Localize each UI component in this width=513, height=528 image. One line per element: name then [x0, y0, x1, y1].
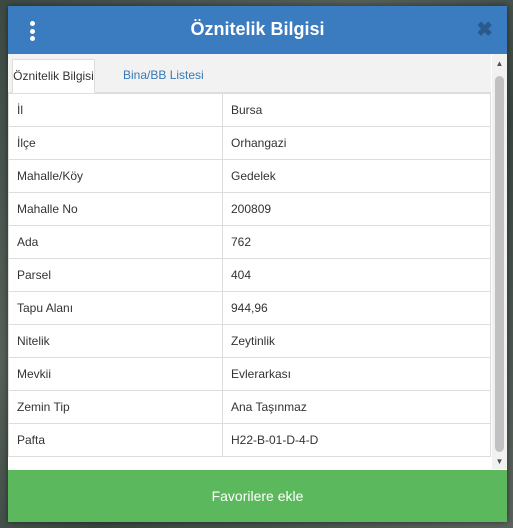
tab-building-list[interactable]: Bina/BB Listesi [113, 59, 214, 92]
attribute-key: Pafta [8, 423, 223, 457]
attribute-value: 200809 [222, 192, 491, 226]
scroll-down-arrow-icon[interactable]: ▼ [492, 454, 507, 469]
table-row: Mahalle/Köy Gedelek [8, 159, 491, 193]
attribute-value: Bursa [222, 93, 491, 127]
attribute-key: Parsel [8, 258, 223, 292]
table-row: Mevkii Evlerarkası [8, 357, 491, 391]
table-row: Zemin Tip Ana Taşınmaz [8, 390, 491, 424]
table-row: Pafta H22-B-01-D-4-D [8, 423, 491, 457]
attribute-key: Zemin Tip [8, 390, 223, 424]
attribute-table-container: İl Bursa İlçe Orhangazi Mahalle/Köy Gede… [8, 93, 491, 469]
attribute-key: İl [8, 93, 223, 127]
scroll-up-arrow-icon[interactable]: ▲ [492, 56, 507, 71]
attribute-value: Zeytinlik [222, 324, 491, 358]
attribute-key: Mevkii [8, 357, 223, 391]
attribute-value: Gedelek [222, 159, 491, 193]
scrollbar-thumb[interactable] [495, 76, 504, 452]
table-row: Nitelik Zeytinlik [8, 324, 491, 358]
attribute-info-panel: Öznitelik Bilgisi ✖ Öznitelik Bilgisi Bi… [8, 6, 507, 522]
table-row: İlçe Orhangazi [8, 126, 491, 160]
attribute-value: Orhangazi [222, 126, 491, 160]
table-row: İl Bursa [8, 93, 491, 127]
table-row: Mahalle No 200809 [8, 192, 491, 226]
table-row: Ada 762 [8, 225, 491, 259]
attribute-key: Nitelik [8, 324, 223, 358]
attribute-value: Ana Taşınmaz [222, 390, 491, 424]
table-row: Tapu Alanı 944,96 [8, 291, 491, 325]
attribute-value: Evlerarkası [222, 357, 491, 391]
vertical-scrollbar[interactable]: ▲ ▼ [492, 54, 507, 469]
attribute-value: 404 [222, 258, 491, 292]
attribute-table: İl Bursa İlçe Orhangazi Mahalle/Köy Gede… [8, 93, 491, 457]
tab-bar: Öznitelik Bilgisi Bina/BB Listesi [8, 54, 491, 93]
attribute-value: H22-B-01-D-4-D [222, 423, 491, 457]
panel-title: Öznitelik Bilgisi [190, 19, 325, 39]
tab-attribute-info[interactable]: Öznitelik Bilgisi [12, 59, 95, 93]
table-row: Parsel 404 [8, 258, 491, 292]
attribute-key: Mahalle No [8, 192, 223, 226]
attribute-key: Mahalle/Köy [8, 159, 223, 193]
attribute-key: İlçe [8, 126, 223, 160]
panel-header: Öznitelik Bilgisi ✖ [8, 6, 507, 54]
attribute-key: Tapu Alanı [8, 291, 223, 325]
attribute-value: 944,96 [222, 291, 491, 325]
close-icon[interactable]: ✖ [476, 18, 493, 42]
attribute-key: Ada [8, 225, 223, 259]
attribute-value: 762 [222, 225, 491, 259]
add-to-favorites-button[interactable]: Favorilere ekle [8, 470, 507, 522]
